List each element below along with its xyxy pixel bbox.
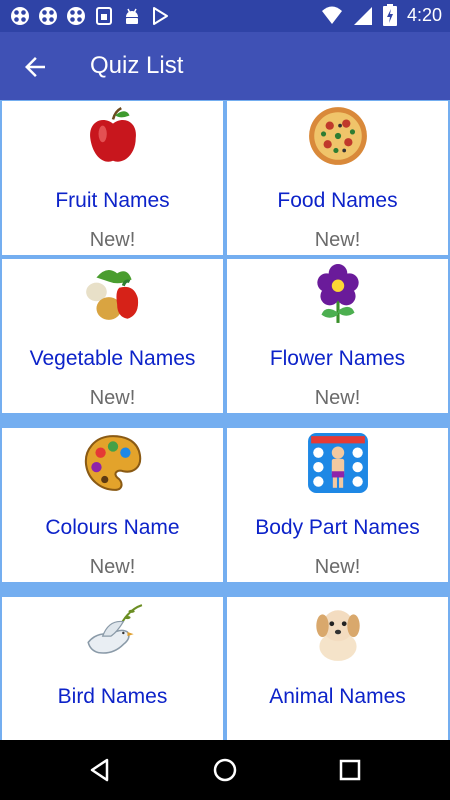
system-status: 4:20 <box>321 4 442 26</box>
quiz-card-fruit[interactable]: Fruit Names New! <box>2 101 223 255</box>
quiz-name: Bird Names <box>57 685 168 708</box>
nav-home-icon[interactable] <box>210 755 240 785</box>
quiz-card-animal[interactable]: Animal Names <box>227 597 448 740</box>
quiz-name: Vegetable Names <box>29 347 196 370</box>
notification-icons <box>10 6 170 26</box>
app-bar: Quiz List <box>0 32 450 100</box>
status-time: 4:20 <box>406 4 442 25</box>
vegetables-icon <box>86 270 139 320</box>
quiz-card-body-parts[interactable]: Body Part Names New! <box>227 428 448 582</box>
nav-recents-icon[interactable] <box>335 755 365 785</box>
new-badge: New! <box>89 229 136 251</box>
dove-icon <box>87 604 143 654</box>
nav-back-icon[interactable] <box>85 755 115 785</box>
new-badge: New! <box>314 229 361 251</box>
signal-icon <box>353 7 372 25</box>
new-badge: New! <box>89 387 136 409</box>
apple-icon <box>90 106 136 162</box>
flower-icon <box>317 264 359 323</box>
quiz-name: Colours Name <box>45 516 180 539</box>
pizza-icon <box>309 107 367 165</box>
new-badge: New! <box>314 387 361 409</box>
body-parts-icon <box>308 433 368 493</box>
quiz-card-flower[interactable]: Flower Names New! <box>227 259 448 413</box>
quiz-card-bird[interactable]: Bird Names <box>2 597 223 740</box>
quiz-card-colours[interactable]: Colours Name New! <box>2 428 223 582</box>
wifi-icon <box>321 6 342 24</box>
sim-icon <box>96 7 112 25</box>
quiz-card-food[interactable]: Food Names New! <box>227 101 448 255</box>
quiz-name: Food Names <box>277 189 398 212</box>
quiz-card-vegetable[interactable]: Vegetable Names New! <box>2 259 223 413</box>
app-icon <box>67 7 85 25</box>
status-bar: 4:20 <box>0 0 450 32</box>
quiz-grid: Fruit Names New! Food Names New! Vegetab… <box>0 100 450 740</box>
quiz-name: Animal Names <box>269 685 406 708</box>
puppy-icon <box>316 610 360 661</box>
arrow-back-icon[interactable] <box>20 52 50 82</box>
app-icon <box>39 7 57 25</box>
new-badge: New! <box>314 556 361 578</box>
android-icon <box>126 8 138 24</box>
battery-charging-icon <box>382 4 397 26</box>
page-title: Quiz List <box>90 52 184 79</box>
play-store-icon <box>153 7 168 25</box>
quiz-name: Flower Names <box>269 347 406 370</box>
quiz-name: Body Part Names <box>255 516 420 539</box>
navigation-bar <box>0 740 450 800</box>
app-icon <box>11 7 29 25</box>
quiz-name: Fruit Names <box>55 189 170 212</box>
new-badge: New! <box>89 556 136 578</box>
paint-palette-icon <box>84 435 142 491</box>
